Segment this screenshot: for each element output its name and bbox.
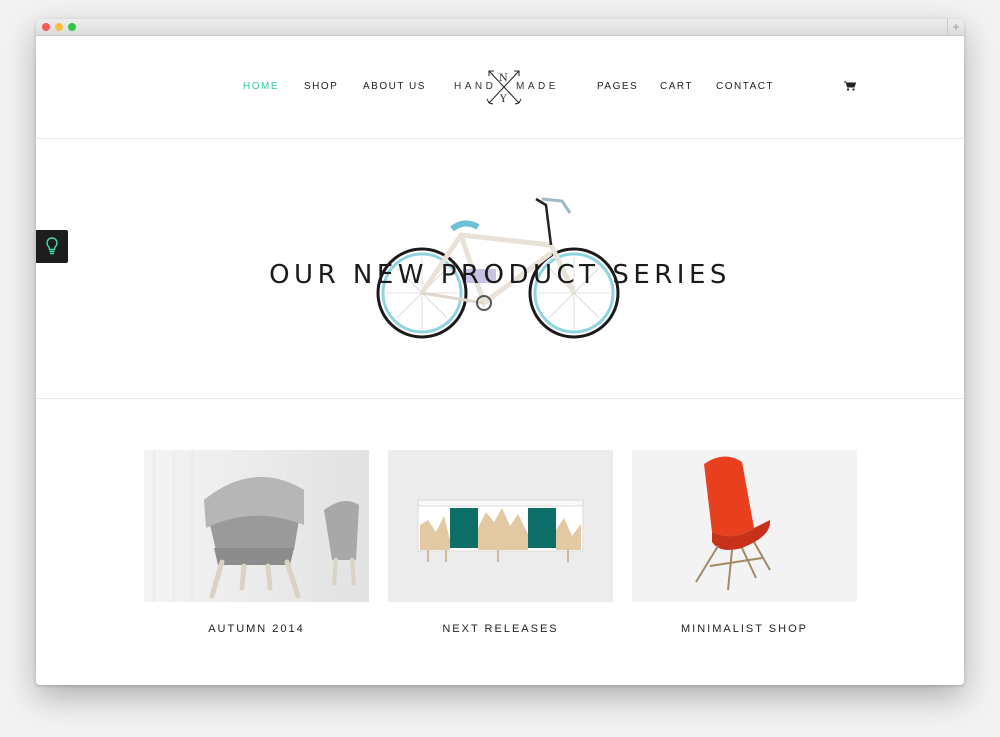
hero-divider [36,398,964,399]
logo-text-right: MADE [516,81,559,92]
maximize-window-button[interactable] [68,23,76,31]
nav-pages[interactable]: PAGES [597,81,638,92]
header-divider [36,138,964,139]
autumn-collection-image[interactable] [144,450,369,602]
logo-letter-top: N [499,73,508,84]
nav-cart[interactable]: CART [660,81,693,92]
logo-text-left: HAND [454,81,497,92]
lightbulb-icon [46,237,58,255]
minimalist-shop-image[interactable] [632,450,857,602]
browser-window: + HOME SHOP ABOUT US HAND N Y MADE PAGES… [36,19,964,685]
site-logo[interactable]: HAND N Y MADE [454,67,559,107]
nav-contact[interactable]: CONTACT [716,81,774,92]
cart-icon[interactable] [844,81,856,91]
minimize-window-button[interactable] [55,23,63,31]
browser-titlebar: + [36,19,964,36]
logo-letter-bottom: Y [500,94,507,105]
hero-title: OUR NEW PRODUCT SERIES [269,260,731,291]
nav-about-us[interactable]: ABOUT US [363,81,426,92]
next-releases-image[interactable] [388,450,613,602]
card-label-minimalist-shop[interactable]: MINIMALIST SHOP [632,623,857,635]
card-label-next-releases[interactable]: NEXT RELEASES [388,623,613,635]
nav-home[interactable]: HOME [243,81,279,92]
new-tab-button[interactable]: + [947,19,964,35]
nav-shop[interactable]: SHOP [304,81,338,92]
close-window-button[interactable] [42,23,50,31]
card-label-autumn[interactable]: AUTUMN 2014 [144,623,369,635]
style-switcher-tab[interactable] [36,230,68,263]
